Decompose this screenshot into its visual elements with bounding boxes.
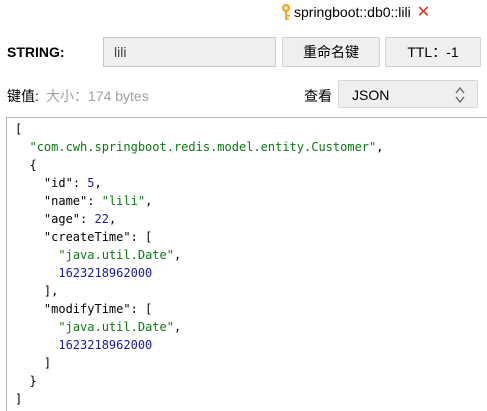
key-name-input[interactable]: [103, 37, 276, 67]
json-age-value: 22: [94, 212, 109, 226]
json-key-name: "name": [43, 194, 88, 208]
value-label: 键值:: [7, 88, 39, 104]
close-icon[interactable]: ✕: [417, 2, 430, 22]
rename-key-button[interactable]: 重命名键: [282, 37, 380, 67]
json-modifytime-value: 1623218962000: [58, 338, 153, 352]
key-row: STRING: 重命名键 TTL：-1: [0, 37, 487, 69]
view-mode-label: 查看: [304, 88, 332, 104]
json-key-id: "id": [43, 176, 73, 190]
json-id-value: 5: [87, 176, 95, 190]
value-editor[interactable]: [ "com.cwh.springboot.redis.model.entity…: [6, 117, 487, 411]
json-key-age: "age": [43, 212, 81, 226]
json-key-createtime: "createTime": [43, 230, 131, 244]
json-createtime-value: 1623218962000: [58, 266, 153, 280]
tab-title: springboot::db0::lili: [294, 4, 411, 20]
view-mode-select[interactable]: JSON: [338, 80, 478, 108]
value-row: 键值: 大小：174 bytes 查看 JSON: [0, 80, 487, 108]
chevron-up-down-icon: [455, 86, 465, 104]
value-size-text: 大小：174 bytes: [46, 88, 149, 104]
ttl-button[interactable]: TTL：-1: [385, 37, 481, 67]
json-name-value: "lili": [101, 194, 146, 208]
json-class-name: "com.cwh.springboot.redis.model.entity.C…: [29, 140, 377, 154]
json-createtime-class: "java.util.Date": [58, 248, 174, 262]
json-modifytime-class: "java.util.Date": [58, 320, 174, 334]
view-mode-value: JSON: [352, 87, 390, 103]
json-key-modifytime: "modifyTime": [43, 302, 131, 316]
key-tab[interactable]: springboot::db0::lili ✕: [280, 0, 430, 24]
json-code: [ "com.cwh.springboot.redis.model.entity…: [15, 122, 384, 406]
key-type-label: STRING:: [7, 44, 65, 60]
key-icon: [282, 4, 290, 20]
